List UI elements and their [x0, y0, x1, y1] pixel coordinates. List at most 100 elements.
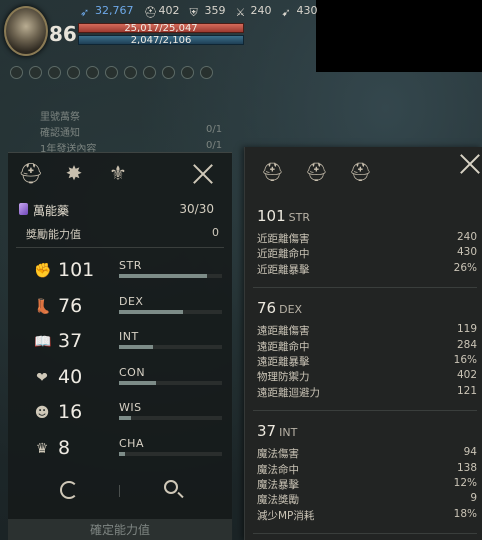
detail-line: 遠距離迴避力 121 — [257, 384, 477, 399]
divider — [253, 533, 477, 535]
buff-icon[interactable] — [29, 66, 42, 79]
stat-bar-fill — [119, 451, 126, 456]
detail-section-heading: 76 DEX — [257, 299, 303, 318]
buff-icon[interactable] — [200, 66, 213, 79]
buff-row — [10, 66, 213, 79]
bonus-stat-label: 獎勵能力值 — [26, 228, 81, 241]
elixir-gem-icon — [19, 203, 28, 215]
stat-bar-fill — [119, 416, 132, 420]
stat-name: INT — [119, 330, 139, 343]
stat-row-con[interactable]: ❤ 40 CON — [8, 364, 232, 394]
hud-stat-bow: ➹ 430 — [281, 4, 318, 19]
buff-icon[interactable] — [48, 66, 61, 79]
stat-value: 8 — [58, 436, 71, 459]
detail-section-heading: 101 STR — [257, 207, 310, 225]
character-portrait[interactable] — [4, 6, 48, 56]
detail-line: 物理防禦力 402 — [257, 369, 477, 384]
stat-bar-fill — [119, 380, 157, 385]
stat-bar — [119, 309, 222, 314]
divider — [253, 287, 477, 289]
helmet-tab-icon[interactable]: ⛑ — [18, 161, 43, 185]
detail-line: 魔法傷害 94 — [257, 446, 477, 461]
panel-actions — [8, 475, 232, 511]
helmet-icon: ⛑ — [143, 5, 158, 19]
stat-details-panel: ⛑ ⛑ ⛑ 101 STR 近距離傷害 240 近距離命中 430 近距離暴擊 26% 76 DE… — [244, 147, 482, 540]
confirm-stats-button[interactable]: 確定能力值 — [8, 519, 232, 540]
shield-icon: ⛨ — [189, 5, 198, 19]
reset-icon[interactable] — [60, 481, 78, 499]
stat-bar — [119, 451, 222, 456]
divider — [119, 485, 120, 497]
fist-icon: ✊ — [34, 263, 52, 279]
star-tab-icon[interactable]: ✸ — [62, 161, 86, 185]
crown-icon: ♛ — [35, 440, 49, 457]
hud-stat-feather: ➶ 32,767 — [80, 4, 134, 19]
bg-quest-item: 確認通知 0/1 — [40, 124, 223, 139]
detail-line: 魔法暴擊 12% — [257, 477, 477, 491]
stat-value: 37 — [58, 330, 83, 352]
panel-tabs: ⛑ ✸ ⚜ — [8, 153, 232, 197]
elixir-row: 萬能藥 30/30 — [16, 201, 224, 219]
feather-icon: ➶ — [80, 5, 90, 19]
buff-icon[interactable] — [143, 66, 156, 79]
stat-bar-fill — [119, 274, 207, 278]
stat-row-str[interactable]: ✊ 101 STR — [8, 257, 232, 287]
helmet-gear-tab-icon[interactable]: ⛑ — [261, 161, 284, 185]
detail-line: 近距離傷害 240 — [257, 231, 477, 245]
buff-icon[interactable] — [10, 66, 23, 79]
detail-line: 遠距離暴擊 16% — [257, 354, 477, 368]
detail-line: 近距離暴擊 26% — [257, 261, 477, 276]
buff-icon[interactable] — [105, 66, 118, 79]
detail-line: 減少MP消耗 18% — [257, 507, 477, 522]
stat-bar — [119, 416, 222, 420]
stat-value: 76 — [58, 294, 83, 317]
detail-line: 魔法獎勵 9 — [257, 492, 477, 507]
character-level: 86 — [49, 22, 77, 46]
bg-quest-item: 里號萬祭 — [40, 112, 80, 123]
grid-helmet-tab-icon[interactable]: ⚜ — [106, 161, 130, 185]
buff-icon[interactable] — [124, 66, 137, 79]
stat-bar — [119, 274, 222, 278]
stat-row-dex[interactable]: 👢 76 DEX — [8, 293, 232, 323]
heart-icon: ❤ — [36, 369, 48, 386]
hud-stat-sword: ⚔ 240 — [235, 4, 272, 19]
search-icon[interactable] — [164, 480, 178, 494]
stat-bar-fill — [119, 345, 153, 349]
buff-icon[interactable] — [181, 66, 194, 79]
stat-row-int[interactable]: 📖 37 INT — [8, 328, 232, 358]
helmet-tab-icon[interactable]: ⛑ — [305, 161, 328, 185]
close-icon[interactable] — [192, 163, 214, 185]
stat-name: WIS — [119, 401, 142, 414]
stat-value: 40 — [58, 365, 83, 388]
buff-icon[interactable] — [162, 66, 175, 79]
book-icon: 📖 — [34, 334, 52, 350]
bow-icon: ➹ — [281, 5, 291, 19]
stat-value: 16 — [58, 401, 83, 423]
hp-bar: 25,017/25,047 — [78, 23, 244, 34]
boot-icon: 👢 — [34, 298, 52, 315]
hud-stat-row: ➶ 32,767 ⛑ 402 ⛨ 359 ⚔ 240 ➹ 430 — [80, 4, 318, 19]
mp-bar: 2,047/2,106 — [78, 35, 244, 46]
stat-row-cha[interactable]: ♛ 8 CHA — [8, 435, 232, 465]
buff-icon[interactable] — [67, 66, 80, 79]
stat-name: STR — [119, 259, 142, 272]
close-icon[interactable] — [459, 153, 481, 175]
hud-stat-helmet: ⛑ 402 — [143, 4, 180, 19]
stat-bar — [119, 380, 222, 385]
stat-name: CON — [119, 365, 146, 379]
divider — [253, 410, 477, 412]
buff-icon[interactable] — [86, 66, 99, 79]
stat-row-wis[interactable]: ☻ 16 WIS — [8, 399, 232, 429]
stat-name: DEX — [119, 294, 144, 308]
divider — [16, 247, 224, 248]
helmet-plus-tab-icon[interactable]: ⛑ — [349, 161, 372, 185]
stat-bar — [119, 345, 222, 349]
detail-line: 魔法命中 138 — [257, 461, 477, 476]
redacted-area — [316, 0, 482, 72]
sword-icon: ⚔ — [235, 5, 246, 19]
detail-line: 遠距離命中 284 — [257, 338, 477, 353]
bonus-stat-value: 0 — [212, 226, 219, 239]
stat-name: CHA — [119, 436, 144, 450]
detail-section-heading: 37 INT — [257, 422, 298, 441]
head-icon: ☻ — [34, 405, 50, 421]
